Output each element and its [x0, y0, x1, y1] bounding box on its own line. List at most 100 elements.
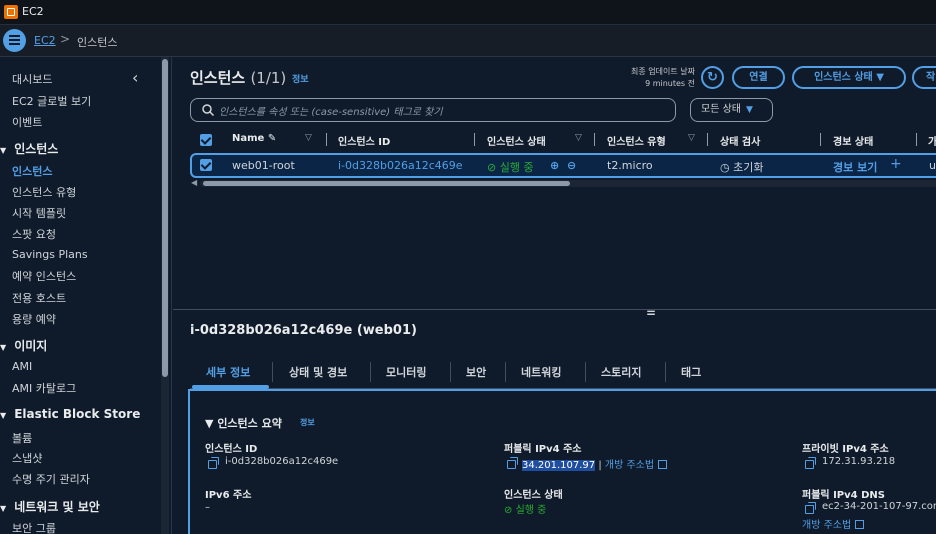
sidebar-section-instances[interactable]: ▼ 인스턴스 — [0, 140, 58, 157]
public-ipv4-value: 34.201.107.97 | 개방 주소법 — [522, 456, 668, 471]
sidebar-item-dashboard[interactable]: 대시보드 — [12, 71, 52, 87]
sidebar-item-ami-catalog[interactable]: AMI 카탈로그 — [12, 380, 76, 396]
view-alarms-link[interactable]: 경보 보기 — [833, 159, 877, 175]
sidebar-item-lifecycle-manager[interactable]: 수명 주기 관리자 — [12, 471, 90, 487]
sidebar-item-events[interactable]: 이벤트 — [12, 114, 42, 130]
sidebar-item-instances[interactable]: 인스턴스 — [12, 163, 52, 179]
scroll-left-icon[interactable]: ◀ — [191, 178, 197, 187]
actions-button[interactable]: 작 — [912, 66, 936, 89]
column-header-status-check[interactable]: 상태 검사 — [720, 133, 760, 148]
sidebar-scrollbar-thumb[interactable] — [162, 59, 168, 377]
caret-down-icon: ▼ — [0, 411, 7, 420]
sort-icon[interactable]: ▽ — [688, 133, 695, 143]
breadcrumb-ec2-link[interactable]: EC2 — [34, 34, 56, 47]
tab-networking[interactable]: 네트워킹 — [521, 364, 561, 380]
sidebar-item-savings-plans[interactable]: Savings Plans — [12, 248, 88, 261]
status-check-text: 초기화 — [733, 161, 764, 174]
caret-down-icon: ▼ — [205, 417, 214, 430]
menu-button[interactable] — [3, 29, 26, 52]
sidebar-item-capacity-reservations[interactable]: 용량 예약 — [12, 311, 56, 327]
sidebar-item-launch-templates[interactable]: 시작 템플릿 — [12, 205, 66, 221]
open-address-text: 개방 주소법 — [802, 520, 852, 531]
instance-name-cell: web01-root — [232, 159, 295, 172]
sidebar-section-images[interactable]: ▼ 이미지 — [0, 337, 47, 354]
sidebar-section-label: 이미지 — [14, 339, 48, 353]
copy-icon[interactable] — [208, 457, 219, 469]
sidebar-item-spot-requests[interactable]: 스팟 요청 — [12, 226, 56, 242]
instance-id-link[interactable]: i-0d328b026a12c469e — [338, 159, 463, 172]
tab-divider — [505, 362, 506, 382]
sort-icon[interactable]: ▽ — [305, 133, 312, 143]
instance-state-label: 인스턴스 상태 — [814, 72, 873, 83]
public-ipv4-highlighted[interactable]: 34.201.107.97 — [522, 460, 596, 471]
add-alarm-icon[interactable]: + — [890, 156, 902, 172]
ipv6-label: IPv6 주소 — [205, 490, 252, 501]
az-cell: u — [929, 159, 936, 172]
info-link[interactable]: 정보 — [300, 417, 315, 428]
tab-storage[interactable]: 스토리지 — [601, 364, 641, 380]
sidebar-item-volumes[interactable]: 볼륨 — [12, 430, 32, 446]
tab-divider — [585, 362, 586, 382]
table-scrollbar-thumb[interactable] — [203, 181, 570, 186]
copy-icon[interactable] — [805, 457, 816, 469]
search-placeholder: 인스턴스를 속성 또는 (case-sensitive) 태그로 찾기 — [219, 107, 443, 118]
column-header-instance-state[interactable]: 인스턴스 상태 — [487, 133, 546, 148]
sidebar-section-network-security[interactable]: ▼ 네트워크 및 보안 — [0, 498, 100, 515]
refresh-button[interactable]: ↻ — [701, 66, 724, 89]
copy-icon[interactable] — [507, 457, 518, 469]
row-checkbox[interactable] — [200, 159, 212, 171]
column-header-instance-type[interactable]: 인스턴스 유형 — [607, 133, 666, 148]
sidebar-item-ami[interactable]: AMI — [12, 360, 32, 373]
sidebar-section-ebs[interactable]: ▼ Elastic Block Store — [0, 407, 140, 421]
instance-state-cell: ⊘ 실행 중 — [487, 159, 534, 175]
column-divider[interactable] — [326, 133, 327, 146]
tab-status-alarms[interactable]: 상태 및 경보 — [289, 364, 347, 380]
tab-divider — [272, 362, 273, 382]
external-link-icon — [855, 520, 865, 529]
sidebar-item-snapshots[interactable]: 스냅샷 — [12, 450, 42, 466]
tab-divider — [665, 362, 666, 382]
column-header-az[interactable]: 가 — [928, 133, 936, 148]
sort-icon[interactable]: ▽ — [575, 133, 582, 143]
state-filter-value: 모든 상태 — [701, 104, 741, 115]
tab-security[interactable]: 보안 — [466, 364, 486, 380]
instance-summary-heading[interactable]: ▼ 인스턴스 요약 — [205, 415, 282, 431]
external-link-icon — [658, 460, 668, 469]
column-divider[interactable] — [474, 133, 475, 146]
state-filter-select[interactable]: 모든 상태 ▼ — [690, 98, 773, 122]
sidebar-item-dedicated-hosts[interactable]: 전용 호스트 — [12, 290, 66, 306]
sidebar-item-global-view[interactable]: EC2 글로벌 보기 — [12, 93, 91, 109]
open-address-link[interactable]: 개방 주소법 — [605, 460, 654, 471]
public-dns-label: 퍼블릭 IPv4 DNS — [802, 490, 885, 501]
connect-button[interactable]: 연결 — [732, 66, 785, 89]
tab-monitoring[interactable]: 모니터링 — [386, 364, 426, 380]
open-address-link-2[interactable]: 개방 주소법 — [802, 516, 865, 531]
instance-state-label: 인스턴스 상태 — [504, 490, 563, 501]
breadcrumb-separator-icon: > — [60, 32, 71, 46]
column-header-alarm-status[interactable]: 경보 상태 — [833, 133, 873, 148]
column-divider[interactable] — [707, 133, 708, 146]
column-header-instance-id[interactable]: 인스턴스 ID — [338, 133, 390, 148]
zoom-out-icon[interactable]: ⊖ — [567, 159, 576, 172]
tab-tags[interactable]: 태그 — [681, 364, 701, 380]
sidebar-item-security-groups[interactable]: 보안 그룹 — [12, 520, 56, 534]
column-divider[interactable] — [916, 133, 917, 146]
copy-icon[interactable] — [805, 502, 816, 514]
search-field[interactable]: 인스턴스를 속성 또는 (case-sensitive) 태그로 찾기 — [190, 98, 676, 122]
table-row[interactable] — [190, 153, 936, 178]
column-divider[interactable] — [594, 133, 595, 146]
sidebar-item-instance-types[interactable]: 인스턴스 유형 — [12, 184, 76, 200]
instance-state-button[interactable]: 인스턴스 상태 ▼ — [792, 66, 906, 89]
tab-details[interactable]: 세부 정보 — [206, 364, 250, 380]
resize-handle-icon[interactable]: = — [646, 306, 656, 320]
column-divider[interactable] — [820, 133, 821, 146]
page-title: 인스턴스 (1/1) — [190, 67, 286, 88]
zoom-in-icon[interactable]: ⊕ — [550, 159, 559, 172]
last-updated-value: 9 minutes 전 — [645, 79, 695, 88]
page-title-text: 인스턴스 — [190, 69, 246, 87]
sidebar-item-reserved-instances[interactable]: 예약 인스턴스 — [12, 268, 76, 284]
column-header-name[interactable]: Name ✎ — [232, 133, 276, 144]
info-link[interactable]: 정보 — [292, 72, 309, 85]
collapse-sidebar-icon[interactable]: ‹ — [132, 68, 138, 87]
select-all-checkbox[interactable] — [200, 134, 212, 146]
